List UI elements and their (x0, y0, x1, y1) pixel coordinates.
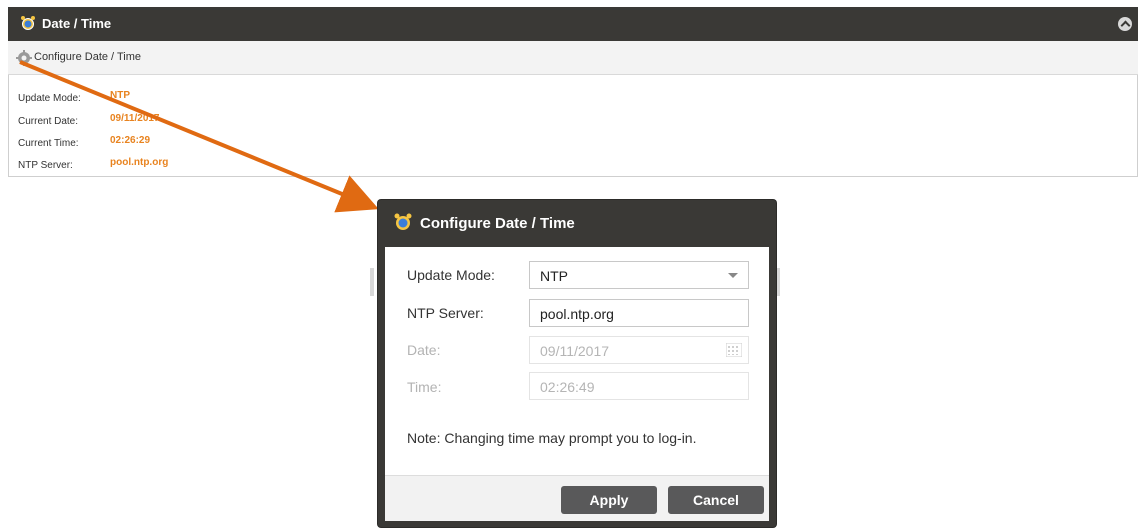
date-field-label: Date: (407, 342, 441, 358)
background-divider (776, 268, 780, 296)
current-time-value: 02:26:29 (110, 135, 151, 146)
date-input[interactable]: 09/11/2017 (529, 336, 749, 364)
current-time-label: Current Time: (18, 138, 79, 149)
background-divider (370, 268, 374, 296)
update-mode-value: NTP (110, 90, 130, 101)
current-date-value: 09/11/2017 (110, 113, 160, 124)
time-field-label: Time: (407, 379, 442, 395)
time-input[interactable]: 02:26:49 (529, 372, 749, 400)
current-date-label: Current Date: (18, 116, 79, 127)
dialog-title: Configure Date / Time (420, 215, 575, 232)
cancel-button[interactable]: Cancel (668, 486, 764, 514)
time-input-value: 02:26:49 (540, 379, 595, 395)
date-input-value: 09/11/2017 (540, 343, 610, 359)
gear-icon[interactable] (16, 50, 32, 66)
ntp-server-value: pool.ntp.org (110, 157, 169, 168)
panel-title: Date / Time (42, 16, 112, 31)
ntp-server-label: NTP Server: (18, 160, 73, 171)
update-mode-label: Update Mode: (18, 93, 81, 104)
calendar-icon[interactable] (726, 343, 742, 357)
configure-date-time-link[interactable]: Configure Date / Time (34, 51, 141, 63)
ntp-server-field-label: NTP Server: (407, 305, 484, 321)
configure-date-time-dialog: Configure Date / Time Update Mode: NTP N… (378, 200, 776, 527)
update-mode-select[interactable]: NTP (529, 261, 749, 289)
alarm-clock-icon (394, 213, 412, 230)
panel-toolbar: Configure Date / Time (8, 41, 1138, 75)
panel-header: Date / Time (8, 7, 1138, 41)
ntp-server-input[interactable]: pool.ntp.org (529, 299, 749, 327)
dialog-footer: Apply Cancel (385, 475, 769, 521)
chevron-up-icon[interactable] (1118, 17, 1132, 31)
dialog-body: Update Mode: NTP NTP Server: pool.ntp.or… (385, 247, 769, 475)
update-mode-selected: NTP (540, 268, 568, 284)
chevron-down-icon[interactable] (728, 273, 738, 278)
note-text: Note: Changing time may prompt you to lo… (407, 430, 697, 446)
alarm-clock-icon (21, 16, 35, 30)
apply-button[interactable]: Apply (561, 486, 657, 514)
update-mode-field-label: Update Mode: (407, 267, 495, 283)
ntp-server-input-value: pool.ntp.org (540, 306, 614, 322)
